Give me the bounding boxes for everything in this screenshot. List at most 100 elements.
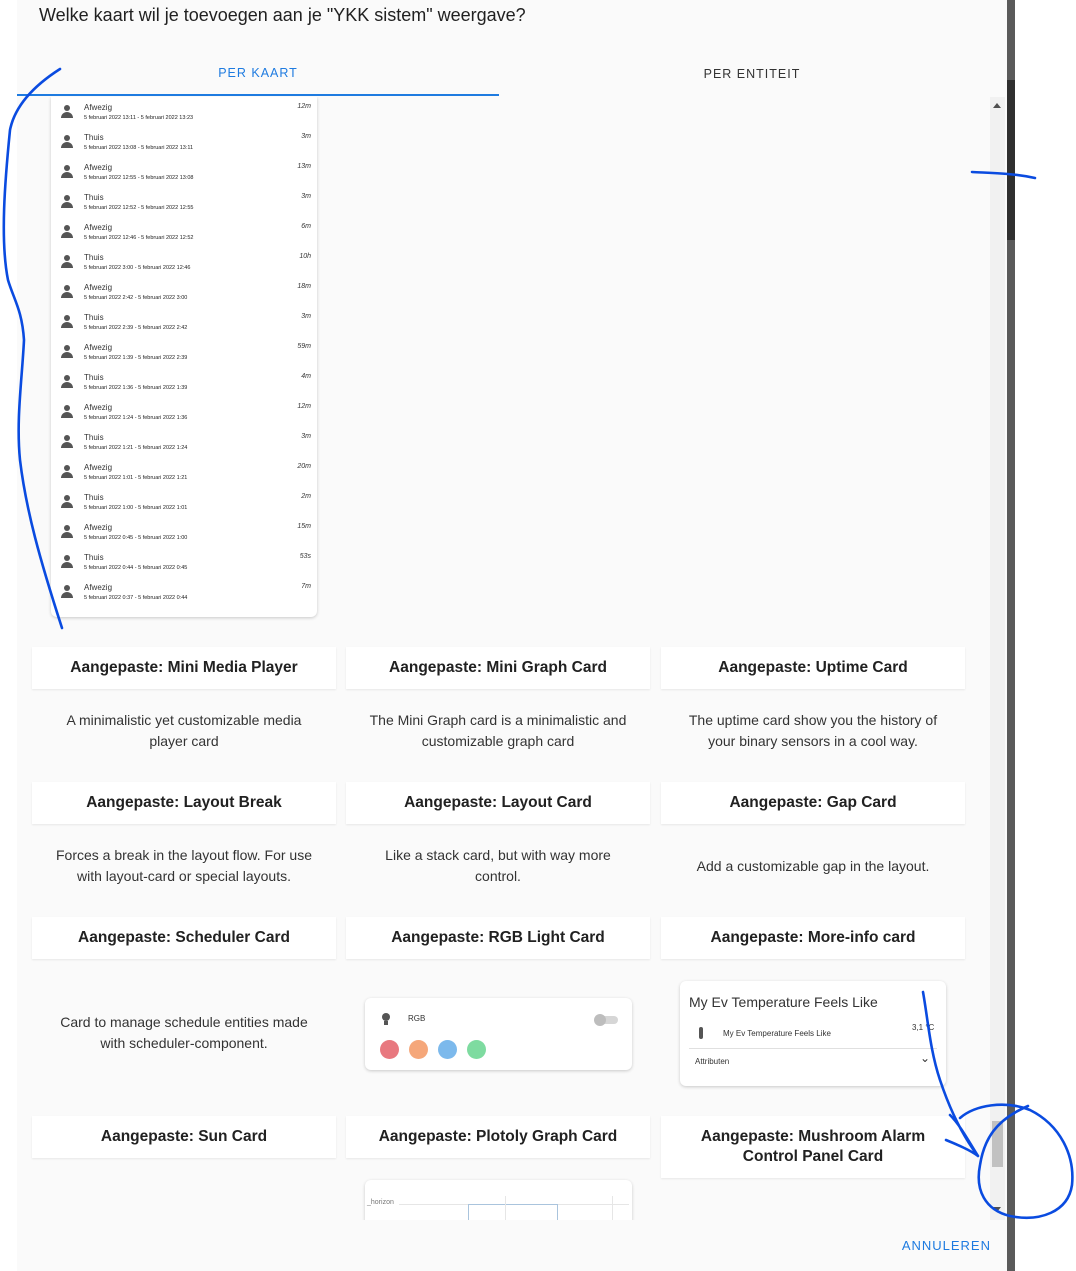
person-icon (61, 435, 73, 449)
history-row: Thuis 5 februari 2022 12:52 - 5 februari … (61, 192, 311, 222)
more-info-title: My Ev Temperature Feels Like (689, 994, 878, 1010)
history-row: Thuis 5 februari 2022 0:44 - 5 februari 2… (61, 552, 311, 582)
card-layout-break[interactable]: Aangepaste: Layout Break (32, 782, 336, 824)
history-duration: 12m (297, 103, 311, 110)
history-duration: 12m (297, 403, 311, 410)
toggle-switch[interactable] (594, 1014, 618, 1026)
history-state: Thuis (84, 193, 104, 202)
scroll-up-arrow[interactable] (993, 103, 1001, 108)
history-range: 5 februari 2022 1:01 - 5 februari 2022 1… (84, 475, 188, 481)
history-state: Afwezig (84, 463, 113, 472)
color-swatch-red[interactable] (380, 1040, 399, 1059)
card-description: Card to manage schedule entities made wi… (60, 1014, 308, 1051)
cancel-button[interactable]: ANNULEREN (902, 1238, 991, 1253)
history-row: Afwezig 5 februari 2022 12:55 - 5 februar… (61, 162, 311, 192)
person-icon (61, 285, 73, 299)
history-state: Thuis (84, 553, 104, 562)
history-state: Thuis (84, 373, 104, 382)
history-state: Afwezig (84, 283, 113, 292)
card-description: The uptime card show you the history of … (688, 712, 938, 749)
person-icon (61, 165, 73, 179)
more-info-preview[interactable]: My Ev Temperature Feels Like My Ev Tempe… (680, 981, 946, 1086)
card-layout-card[interactable]: Aangepaste: Layout Card (346, 782, 650, 824)
tab-per-entiteit[interactable]: PER ENTITEIT (511, 52, 993, 96)
person-icon (61, 135, 73, 149)
card-mini-media-player[interactable]: Aangepaste: Mini Media Player (32, 647, 336, 689)
rgb-light-preview[interactable]: RGB (365, 998, 632, 1070)
person-icon (61, 255, 73, 269)
background-page (1007, 0, 1076, 1271)
color-swatch-blue[interactable] (438, 1040, 457, 1059)
history-row: Afwezig 5 februari 2022 1:39 - 5 februari… (61, 342, 311, 372)
color-swatch-green[interactable] (467, 1040, 486, 1059)
card-mini-graph[interactable]: Aangepaste: Mini Graph Card (346, 647, 650, 689)
history-range: 5 februari 2022 1:39 - 5 februari 2022 2… (84, 355, 188, 361)
history-row: Thuis 5 februari 2022 3:00 - 5 februari 2… (61, 252, 311, 282)
history-row: Thuis 5 februari 2022 1:36 - 5 februari 2… (61, 372, 311, 402)
history-duration: 15m (297, 523, 311, 530)
card-picker-list: Afwezig 5 februari 2022 13:11 - 5 februar… (17, 97, 1007, 1220)
divider (689, 1048, 937, 1049)
history-state: Afwezig (84, 103, 113, 112)
history-card-preview[interactable]: Afwezig 5 februari 2022 13:11 - 5 februar… (51, 97, 317, 617)
history-range: 5 februari 2022 1:24 - 5 februari 2022 1… (84, 415, 188, 421)
card-plotly-graph[interactable]: Aangepaste: Plotoly Graph Card (346, 1116, 650, 1158)
person-icon (61, 405, 73, 419)
card-description: Forces a break in the layout flow. For u… (55, 847, 312, 884)
scrollbar-thumb[interactable] (992, 1121, 1003, 1167)
plotly-label: _horizon (367, 1199, 394, 1206)
card-sun[interactable]: Aangepaste: Sun Card (32, 1116, 336, 1158)
tab-per-kaart[interactable]: PER KAART (17, 52, 499, 96)
history-duration: 6m (301, 223, 311, 230)
history-row: Thuis 5 februari 2022 2:39 - 5 februari 2… (61, 312, 311, 342)
card-gap[interactable]: Aangepaste: Gap Card (661, 782, 965, 824)
add-card-dialog: Welke kaart wil je toevoegen aan je "YKK… (17, 0, 1007, 1271)
card-description: A minimalistic yet customizable media pl… (66, 712, 302, 749)
history-range: 5 februari 2022 12:55 - 5 februari 2022 … (84, 175, 194, 181)
history-state: Afwezig (84, 403, 113, 412)
card-more-info[interactable]: Aangepaste: More-info card (661, 917, 965, 959)
history-range: 5 februari 2022 1:00 - 5 februari 2022 1… (84, 505, 188, 511)
history-row: Afwezig 5 februari 2022 12:46 - 5 februar… (61, 222, 311, 252)
history-duration: 3m (301, 313, 311, 320)
history-range: 5 februari 2022 13:11 - 5 februari 2022 … (84, 115, 194, 121)
person-icon (61, 345, 73, 359)
history-state: Thuis (84, 313, 104, 322)
more-info-entity: My Ev Temperature Feels Like (723, 1029, 831, 1038)
grid-line (505, 1196, 506, 1220)
history-row: Thuis 5 februari 2022 13:08 - 5 februari … (61, 132, 311, 162)
history-row: Afwezig 5 februari 2022 0:45 - 5 februari… (61, 522, 311, 552)
plotly-graph-preview[interactable]: _horizon (365, 1180, 632, 1220)
history-row: Afwezig 5 februari 2022 2:42 - 5 februari… (61, 282, 311, 312)
tab-bar: PER KAART PER ENTITEIT (17, 52, 1007, 96)
scroll-down-arrow[interactable] (993, 1207, 1001, 1212)
history-duration: 53s (299, 553, 311, 560)
history-duration: 10h (299, 253, 311, 260)
card-description: Add a customizable gap in the layout. (696, 858, 930, 874)
history-row: Thuis 5 februari 2022 1:21 - 5 februari 2… (61, 432, 311, 462)
color-swatch-orange[interactable] (409, 1040, 428, 1059)
plot-shape (468, 1204, 558, 1220)
history-state: Afwezig (84, 583, 113, 592)
card-uptime[interactable]: Aangepaste: Uptime Card (661, 647, 965, 689)
history-range: 5 februari 2022 0:44 - 5 februari 2022 0… (84, 565, 188, 571)
card-scheduler[interactable]: Aangepaste: Scheduler Card (32, 917, 336, 959)
background-image-strip (1007, 80, 1015, 240)
history-state: Thuis (84, 253, 104, 262)
history-duration: 3m (301, 193, 311, 200)
history-range: 5 februari 2022 2:39 - 5 februari 2022 2… (84, 325, 188, 331)
person-icon (61, 555, 73, 569)
chevron-down-icon[interactable]: ⌄ (920, 1051, 930, 1065)
history-duration: 7m (301, 583, 311, 590)
attributes-label: Attributen (695, 1057, 730, 1066)
history-state: Thuis (84, 493, 104, 502)
card-rgb-light[interactable]: Aangepaste: RGB Light Card (346, 917, 650, 959)
history-range: 5 februari 2022 2:42 - 5 februari 2022 3… (84, 295, 188, 301)
history-duration: 20m (297, 463, 311, 470)
person-icon (61, 495, 73, 509)
card-mushroom-alarm[interactable]: Aangepaste: Mushroom Alarm Control Panel… (661, 1116, 965, 1178)
scrollbar[interactable] (990, 97, 1005, 1220)
history-state: Afwezig (84, 163, 113, 172)
history-state: Thuis (84, 433, 104, 442)
bulb-icon (382, 1013, 390, 1025)
